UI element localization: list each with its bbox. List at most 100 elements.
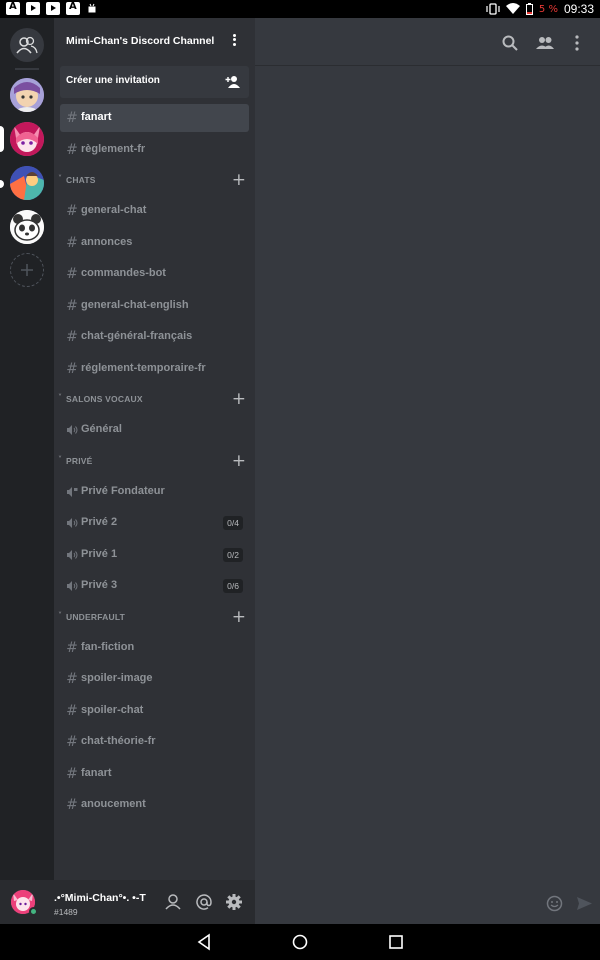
user-panel: .•°Mimi-Chan°•. •-T #1489 [0,880,255,924]
text-channel-icon: # [66,765,78,782]
battery-percentage: 5 % [538,3,558,15]
app-notification-icon [6,1,20,15]
add-channel-icon[interactable]: + [232,607,246,627]
category-header[interactable]: ˅ SALONS VOCAUX + [54,389,255,409]
channel-label: Privé 3 [81,579,118,591]
voice-user-limit-badge: 0/6 [223,579,243,593]
server-avatar-image [10,210,44,244]
channel-text[interactable]: # annonces [60,229,249,257]
text-channel-icon: # [66,234,78,251]
emoji-icon[interactable] [546,895,563,912]
server-rail [0,18,54,880]
add-channel-icon[interactable]: + [232,451,246,471]
chevron-down-icon: ˅ [58,454,62,464]
channel-voice[interactable]: Privé 2 0/4 [60,509,249,537]
channel-text[interactable]: # chat-théorie-fr [60,728,249,756]
channel-label: Privé 2 [81,516,118,528]
text-channel-icon: # [66,702,78,719]
channel-label: règlement-fr [81,142,146,155]
channel-label: chat-théorie-fr [81,735,156,747]
chevron-down-icon: ˅ [58,393,62,402]
online-status-indicator [29,907,38,916]
server-avatar-image [10,166,44,200]
text-channel-icon: # [66,266,78,282]
channel-label: anoucement [81,798,146,810]
home-icon[interactable] [291,933,309,951]
server-icon-selected[interactable] [10,122,44,156]
channel-label: spoiler-image [81,672,153,684]
text-channel-icon: # [66,110,78,126]
recents-icon[interactable] [387,933,405,951]
chat-area [255,18,600,924]
category-header[interactable]: ˅ CHATS + [54,170,255,190]
channel-text[interactable]: # anoucement [60,791,249,819]
add-channel-icon[interactable]: + [232,389,246,409]
channel-text[interactable]: # fan-fiction [60,634,249,662]
mentions-icon[interactable] [195,893,213,911]
message-input-bar[interactable] [255,884,600,924]
plus-icon [21,264,33,276]
search-icon[interactable] [501,34,519,52]
guild-menu-icon[interactable] [229,32,239,50]
channel-text[interactable]: # general-chat-english [60,292,249,320]
selected-server-indicator [0,126,4,152]
channel-label: Privé Fondateur [81,484,165,497]
channel-text[interactable]: # spoiler-image [60,665,249,693]
send-icon[interactable] [576,895,593,912]
channel-voice[interactable]: Privé Fondateur [60,478,249,506]
channel-text[interactable]: # spoiler-chat [60,697,249,725]
channel-label: annonces [81,235,133,248]
battery-icon [525,3,533,15]
chat-header [255,18,600,66]
guild-header[interactable]: Mimi-Chan's Discord Channel [54,18,255,66]
voice-user-limit-badge: 0/4 [223,516,243,530]
find-friends-icon[interactable] [164,893,182,911]
text-channel-icon: # [66,329,78,345]
create-invite-button[interactable]: Créer une invitation [60,66,249,98]
channel-text[interactable]: # règlement-fr [60,136,249,164]
category-label: PRIVÉ [66,455,93,466]
more-options-icon[interactable] [568,34,586,52]
channel-voice[interactable]: Général [60,416,249,444]
channel-label: spoiler-chat [81,703,144,716]
locked-voice-channel-icon [66,486,78,502]
channel-text[interactable]: # general-chat [60,197,249,225]
channel-voice[interactable]: Privé 3 0/6 [60,572,249,600]
server-icon[interactable] [10,78,44,112]
member-list-icon[interactable] [536,34,554,52]
category-label: SALONS VOCAUX [66,394,143,404]
channel-text[interactable]: # fanart [60,760,249,788]
unread-indicator [0,180,4,188]
channel-label: general-chat-english [81,298,189,311]
user-discriminator: #1489 [54,907,78,917]
category-header[interactable]: ˅ PRIVÉ + [54,451,255,471]
direct-messages-button[interactable] [10,28,44,62]
channel-text[interactable]: # commandes-bot [60,260,249,288]
wifi-icon [505,3,520,14]
server-avatar-image [10,122,44,156]
category-header[interactable]: ˅ UNDERFAULT + [54,607,255,627]
server-icon[interactable] [10,166,44,200]
clock: 09:33 [563,2,594,16]
server-icon[interactable] [10,210,44,244]
settings-gear-icon[interactable] [225,893,243,911]
category-label: UNDERFAULT [66,611,125,622]
text-channel-icon: # [66,671,78,687]
youtube-notification-icon [46,2,60,15]
back-icon[interactable] [195,933,213,951]
add-channel-icon[interactable]: + [232,170,246,190]
youtube-notification-icon [26,2,40,15]
android-navigation-bar [0,924,600,960]
text-channel-icon: # [66,203,78,219]
text-channel-icon: # [66,297,78,314]
guild-name: Mimi-Chan's Discord Channel [66,35,215,47]
channel-text[interactable]: # fanart [60,104,249,132]
channel-label: Privé 1 [81,547,118,560]
channel-text[interactable]: # chat-général-français [60,323,249,351]
channel-voice[interactable]: Privé 1 0/2 [60,541,249,569]
channel-sidebar: Mimi-Chan's Discord Channel Créer une in… [54,18,255,880]
server-avatar-image [10,78,44,112]
add-server-button[interactable] [10,253,44,287]
channel-label: general-chat [81,204,147,216]
channel-text[interactable]: # réglement-temporaire-fr [60,355,249,383]
